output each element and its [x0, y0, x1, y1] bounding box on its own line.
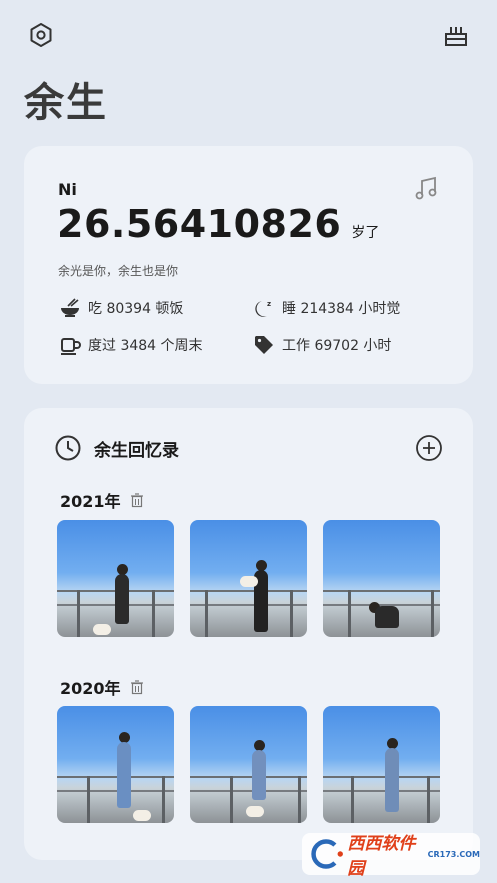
year-label: 2020年 — [60, 679, 121, 698]
watermark-sub: CR173.COM — [427, 849, 480, 859]
stat-weekends-text: 度过 3484 个周末 — [88, 338, 203, 354]
tag-icon — [252, 333, 276, 357]
year-row-2020: 2020年 — [60, 675, 145, 699]
memory-photo[interactable] — [190, 520, 307, 637]
memory-photo[interactable] — [57, 520, 174, 637]
stat-sleep-text: 睡 214384 小时觉 — [282, 301, 401, 317]
settings-button[interactable] — [26, 20, 56, 50]
stat-weekends: 度过 3484 个周末 — [58, 333, 203, 357]
music-note-icon — [415, 176, 437, 200]
user-name: Ni — [58, 180, 77, 199]
age-value: 26.56410826 — [57, 202, 342, 246]
age-row: 26.56410826 岁了 — [57, 202, 379, 246]
gear-icon — [30, 23, 52, 47]
mug-icon — [58, 333, 82, 357]
photo-grid-2020 — [57, 706, 440, 823]
life-card: Ni 26.56410826 岁了 余光是你，余生也是你 吃 80394 顿饭 … — [24, 146, 473, 384]
year-row-2021: 2021年 — [60, 488, 145, 512]
clock-icon — [55, 435, 81, 461]
quote-text: 余光是你，余生也是你 — [58, 264, 179, 278]
memories-card: 余生回忆录 2021年 2020年 — [24, 408, 473, 860]
memories-title: 余生回忆录 — [94, 440, 179, 461]
memory-photo[interactable] — [323, 706, 440, 823]
plus-circle-icon — [416, 435, 442, 461]
stat-meals: 吃 80394 顿饭 — [58, 296, 183, 320]
moon-sleep-icon: z — [252, 296, 276, 320]
add-memory-button[interactable] — [415, 434, 443, 462]
stat-work: 工作 69702 小时 — [252, 333, 391, 357]
bowl-icon — [58, 296, 82, 320]
memory-photo[interactable] — [57, 706, 174, 823]
stat-work-text: 工作 69702 小时 — [282, 338, 392, 354]
watermark-text: 西西软件园 — [347, 834, 416, 879]
memory-photo[interactable] — [323, 520, 440, 637]
cake-icon — [445, 27, 467, 46]
watermark-logo-icon — [311, 839, 343, 869]
memories-header: 余生回忆录 — [54, 434, 179, 462]
memory-photo[interactable] — [190, 706, 307, 823]
trash-icon[interactable] — [129, 492, 145, 508]
photo-grid-2021 — [57, 520, 440, 637]
trash-icon[interactable] — [129, 679, 145, 695]
year-label: 2021年 — [60, 492, 121, 511]
page-title: 余生 — [24, 80, 108, 126]
top-bar — [0, 0, 497, 70]
age-unit: 岁了 — [351, 225, 380, 241]
stat-meals-text: 吃 80394 顿饭 — [88, 301, 184, 317]
cake-button[interactable] — [441, 20, 471, 50]
music-button[interactable] — [413, 176, 439, 202]
svg-text:z: z — [267, 300, 271, 308]
watermark: 西西软件园 CR173.COM — [302, 833, 480, 879]
stat-sleep: z 睡 214384 小时觉 — [252, 296, 400, 320]
